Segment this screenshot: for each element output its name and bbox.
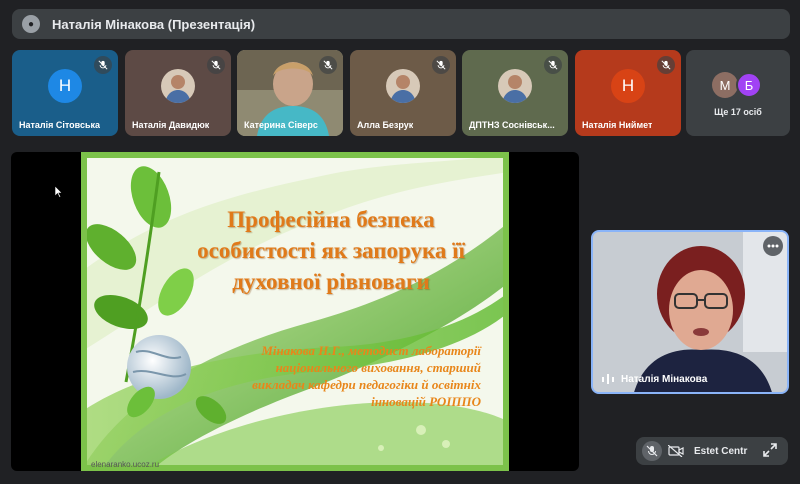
camera-toggle-button[interactable]	[666, 441, 686, 461]
participant-initial: Н	[48, 69, 82, 104]
participant-tile[interactable]: Катерина Сіверс	[237, 50, 343, 136]
mic-muted-icon	[94, 56, 112, 74]
slide-title-line: Професійна безпека	[227, 207, 435, 232]
participant-avatar-b: Б	[736, 72, 762, 98]
mic-off-icon	[646, 445, 658, 457]
presentation-slide: Професійна безпека особистості як запору…	[81, 152, 509, 471]
mic-muted-icon	[207, 56, 225, 74]
slide-author-line: викладач кафедри педагогіки й освітніх	[252, 377, 481, 392]
participant-name: Наталія Ниймет	[582, 120, 653, 130]
participant-avatar	[161, 69, 195, 104]
participant-tile[interactable]: Наталія Давидюк	[125, 50, 231, 136]
slide-url: elenaranko.ucoz.ru	[91, 460, 160, 469]
self-participant-name: Наталія Мінакова	[621, 374, 708, 385]
participant-name: Алла Безрук	[357, 120, 414, 130]
presenter-avatar: ●	[22, 15, 40, 33]
self-view-controls: Estet Centr	[636, 437, 788, 465]
mic-muted-icon	[319, 56, 337, 74]
participant-tile[interactable]: Н Наталія Сітовська	[12, 50, 118, 136]
participant-avatar-m: М	[712, 72, 738, 98]
participant-tile[interactable]: Алла Безрук	[350, 50, 456, 136]
mic-toggle-button[interactable]	[642, 441, 662, 461]
slide-author: Мінакова Н.Г., методист лабораторії наці…	[209, 342, 481, 410]
participant-name: Наталія Сітовська	[19, 120, 101, 130]
slide-title-line: особистості як запорука її	[197, 238, 465, 263]
slide-title-line: духовної рівноваги	[232, 269, 430, 294]
speaker-video	[593, 232, 787, 392]
slide-author-line: Мінакова Н.Г., методист лабораторії	[261, 343, 481, 358]
participant-name: ДПТНЗ Соснівськ...	[469, 120, 555, 130]
self-video-tile[interactable]: Наталія Мінакова	[591, 230, 789, 394]
slide-author-line: інновацій РОІППО	[371, 394, 481, 409]
presentation-header: ● Наталія Мінакова (Презентація)	[12, 9, 790, 39]
slide-title: Професійна безпека особистості як запору…	[171, 204, 491, 297]
participant-name: Катерина Сіверс	[244, 120, 318, 130]
participant-avatar	[498, 69, 532, 104]
mic-muted-icon	[544, 56, 562, 74]
expand-icon[interactable]	[762, 442, 778, 458]
more-participants-tile[interactable]: М Б Ще 17 осіб	[686, 50, 790, 136]
participant-avatar	[386, 69, 420, 104]
speaking-indicator-icon	[602, 374, 614, 384]
presentation-stage: Професійна безпека особистості як запору…	[11, 152, 579, 471]
participant-name: Наталія Давидюк	[132, 120, 210, 130]
mouse-cursor-icon	[55, 186, 63, 198]
more-vert-icon	[767, 244, 779, 248]
mic-muted-icon	[432, 56, 450, 74]
camera-off-icon	[668, 445, 684, 457]
presentation-title: Наталія Мінакова (Презентація)	[52, 16, 256, 32]
slide-frame	[81, 152, 509, 471]
participant-tile[interactable]: ДПТНЗ Соснівськ...	[462, 50, 568, 136]
participant-initial: Н	[611, 69, 645, 104]
self-view-label: Estet Centr	[694, 445, 748, 457]
slide-author-line: національного виховання, старший	[275, 360, 481, 375]
more-participants-label: Ще 17 осіб	[714, 107, 762, 117]
participant-tile[interactable]: Н Наталія Ниймет	[575, 50, 681, 136]
mic-muted-icon	[657, 56, 675, 74]
more-options-button[interactable]	[763, 236, 783, 256]
